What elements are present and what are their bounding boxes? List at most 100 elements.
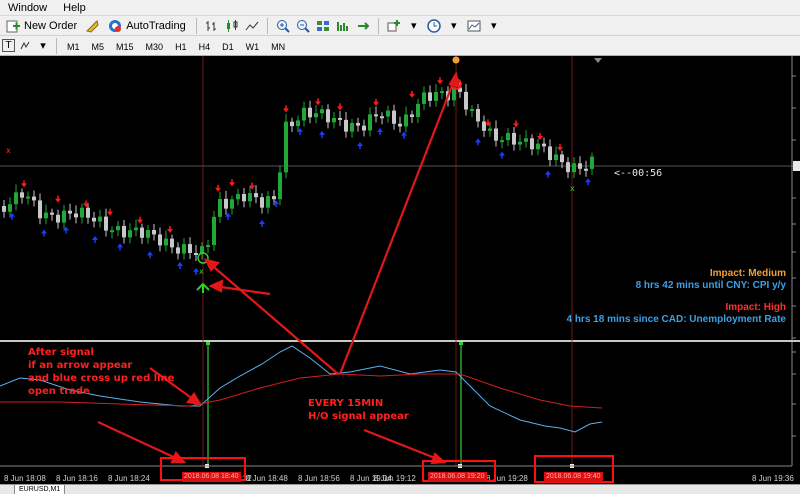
bar-chart-icon[interactable]	[204, 18, 220, 34]
line-chart-icon[interactable]	[244, 18, 260, 34]
candle-body	[206, 245, 210, 248]
candle-body	[56, 214, 60, 223]
menu-bar: Window Help	[0, 0, 800, 16]
candle-body	[230, 199, 234, 209]
candle-body	[260, 197, 264, 208]
candle-body	[98, 216, 102, 222]
candle-body	[398, 123, 402, 127]
candle-body	[440, 91, 444, 94]
chart-tab[interactable]: EURUSD,M1	[14, 485, 66, 494]
line-studies-toolbar: T ▾ M1 M5 M15 M30 H1 H4 D1 W1 MN	[0, 36, 800, 56]
timeframe-m1[interactable]: M1	[62, 38, 85, 54]
annotation-line: if an arrow appear	[28, 360, 133, 371]
candle-body	[182, 244, 186, 254]
new-order-label: New Order	[24, 19, 78, 32]
signal-bar-top-1	[206, 342, 210, 345]
timeframe-m15[interactable]: M15	[111, 38, 139, 54]
candle-body	[326, 109, 330, 123]
timeframe-w1[interactable]: W1	[241, 38, 265, 54]
candle-body	[506, 132, 510, 141]
tile-windows-icon[interactable]	[315, 18, 331, 34]
candle-body	[284, 121, 288, 173]
candle-body	[134, 227, 138, 231]
candle-body	[560, 154, 564, 163]
zoom-out-icon[interactable]	[295, 18, 311, 34]
candle-body	[188, 244, 192, 254]
candle-body	[176, 247, 180, 254]
candlestick-icon[interactable]	[224, 18, 240, 34]
candle-body	[566, 162, 570, 173]
candle-body	[44, 212, 48, 219]
dropdown-arrow-icon[interactable]: ▾	[35, 38, 51, 54]
news-impact-medium: Impact: Medium	[709, 268, 786, 279]
periods-clock-icon[interactable]	[426, 18, 442, 34]
candle-body	[32, 196, 36, 201]
candle-body	[404, 114, 408, 127]
autotrading-button[interactable]: AutoTrading	[104, 17, 189, 34]
candle-body	[470, 109, 474, 112]
candle-body	[518, 141, 522, 145]
signal-bar-top-2	[459, 342, 463, 345]
arrows-tool-icon[interactable]	[17, 38, 33, 54]
timeframe-m30[interactable]: M30	[141, 38, 169, 54]
candle-body	[140, 227, 144, 238]
candle-body	[416, 103, 420, 118]
candle-body	[122, 225, 126, 238]
chart-shift-marker-icon[interactable]	[594, 58, 602, 63]
news-impact-high: Impact: High	[725, 302, 786, 313]
chart-window[interactable]: x x x <--00:56 Impact: Medium 8 hrs 42 m…	[0, 56, 800, 484]
highlight-label-2: 2018.06.08 19:20	[428, 472, 487, 482]
candle-body	[74, 213, 78, 218]
chart-shift-icon[interactable]	[335, 18, 351, 34]
time-tick: 8 Jun 18:24	[108, 474, 150, 483]
toolbar-separator	[195, 17, 197, 34]
annotation-every-15min: EVERY 15MIN H/O signal appear	[308, 397, 409, 423]
candle-body	[116, 225, 120, 231]
dropdown-arrow-icon[interactable]: ▾	[446, 18, 462, 34]
candle-body	[194, 253, 198, 256]
x-mark: x	[570, 184, 575, 193]
candle-body	[554, 154, 558, 161]
annotation-line: H/O signal appear	[308, 411, 409, 422]
chart-tab-bar: EURUSD,M1	[0, 484, 800, 494]
candle-body	[392, 110, 396, 124]
candle-body	[224, 198, 228, 209]
candle-body	[476, 109, 480, 122]
autoscroll-icon[interactable]	[355, 18, 371, 34]
timeframe-m5[interactable]: M5	[87, 38, 110, 54]
menu-window[interactable]: Window	[0, 0, 55, 16]
dropdown-arrow-icon[interactable]: ▾	[486, 18, 502, 34]
candle-body	[248, 193, 252, 202]
candle-body	[530, 138, 534, 150]
candle-body	[14, 192, 18, 205]
zoom-in-icon[interactable]	[275, 18, 291, 34]
candle-body	[110, 230, 114, 233]
candle-body	[350, 122, 354, 132]
candle-body	[278, 172, 282, 200]
event-marker-icon	[452, 56, 460, 64]
timeframe-d1[interactable]: D1	[217, 38, 239, 54]
dropdown-arrow-icon[interactable]: ▾	[406, 18, 422, 34]
templates-icon[interactable]	[466, 18, 482, 34]
text-tool-icon[interactable]: T	[2, 39, 15, 52]
highlight-label-1: 2018.06.08 18:40	[182, 472, 241, 482]
menu-help[interactable]: Help	[55, 0, 94, 16]
candle-body	[68, 210, 72, 214]
new-order-button[interactable]: New Order	[2, 17, 80, 34]
time-tick: 8 Jun 19:12	[374, 474, 416, 483]
bar-countdown: <--00:56	[614, 168, 663, 179]
candle-body	[314, 113, 318, 118]
timeframe-mn[interactable]: MN	[266, 38, 290, 54]
time-tick: 8 Jun 18:16	[56, 474, 98, 483]
candle-body	[542, 143, 546, 147]
timeframe-h1[interactable]: H1	[170, 38, 192, 54]
timeframe-h4[interactable]: H4	[194, 38, 216, 54]
time-tick: 8 Jun 18:08	[4, 474, 46, 483]
indicators-icon[interactable]	[386, 18, 402, 34]
signal-arrows	[9, 77, 591, 275]
strategy-tester-icon[interactable]	[84, 18, 100, 34]
highlight-label-3: 2018.06.08 19:40	[544, 472, 603, 482]
candle-body	[578, 163, 582, 169]
annotation-line: and blue cross up red line	[28, 373, 175, 384]
candle-body	[296, 120, 300, 127]
